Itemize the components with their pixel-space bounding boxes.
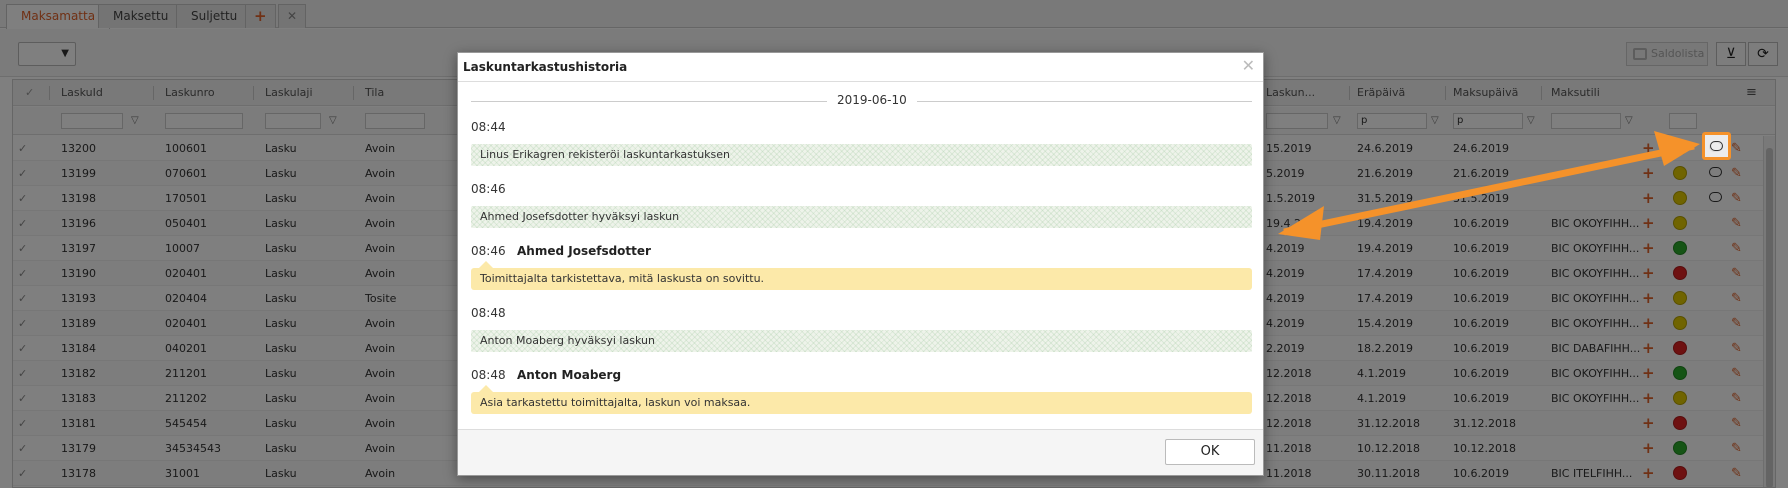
comment-entry: Toimittajalta tarkistettava, mitä laskus… <box>471 268 1252 290</box>
note-pointer <box>479 385 493 392</box>
history-date: 2019-06-10 <box>827 93 917 107</box>
entry-time: 08:46 <box>471 244 506 258</box>
entry-time: 08:48 <box>471 368 506 382</box>
comment-entry: Asia tarkastettu toimittajalta, laskun v… <box>471 392 1252 414</box>
ok-button[interactable]: OK <box>1165 439 1255 465</box>
history-body: 2019-06-10 08:44 Linus Erikagren rekiste… <box>471 83 1252 428</box>
entry-time: 08:46 <box>471 182 506 196</box>
highlighted-comment-icon[interactable] <box>1702 132 1731 160</box>
dialog-title: Laskuntarkastushistoria <box>458 53 1263 82</box>
note-pointer <box>479 261 493 268</box>
comment-author: Ahmed Josefsdotter <box>517 244 651 258</box>
close-icon[interactable]: ✕ <box>1242 56 1255 75</box>
system-entry: Linus Erikagren rekisteröi laskuntarkast… <box>471 144 1252 166</box>
review-history-dialog: Laskuntarkastushistoria ✕ 2019-06-10 08:… <box>457 52 1264 476</box>
system-entry: Ahmed Josefsdotter hyväksyi laskun <box>471 206 1252 228</box>
entry-time: 08:44 <box>471 120 506 134</box>
dialog-footer: OK <box>458 429 1263 475</box>
system-entry: Anton Moaberg hyväksyi laskun <box>471 330 1252 352</box>
entry-time: 08:48 <box>471 306 506 320</box>
comment-icon <box>1710 141 1723 151</box>
comment-author: Anton Moaberg <box>517 368 622 382</box>
